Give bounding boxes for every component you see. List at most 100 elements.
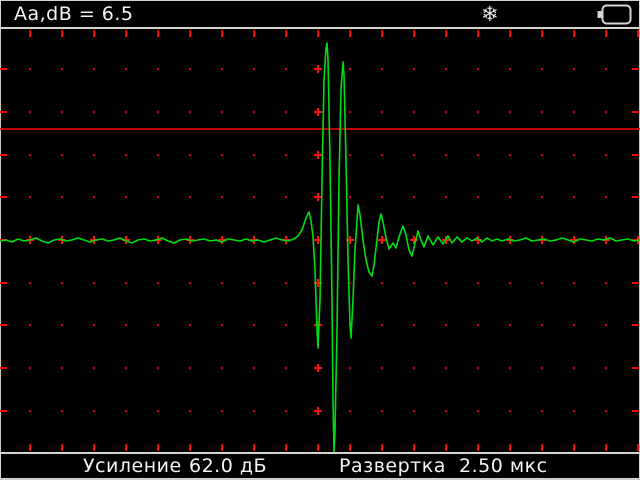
grid-dot: [509, 68, 511, 70]
grid-dot: [541, 154, 543, 156]
grid-dot: [61, 196, 63, 198]
grid-dot: [221, 410, 223, 412]
grid-dot: [221, 154, 223, 156]
grid-dot: [349, 367, 351, 369]
grid-dot: [541, 410, 543, 412]
grid-dot: [93, 282, 95, 284]
grid-dot: [285, 68, 287, 70]
grid-dot: [285, 282, 287, 284]
gain-label: Усиление: [83, 454, 182, 478]
grid-dot: [413, 68, 415, 70]
grid-dot: [189, 111, 191, 113]
grid-dot: [349, 196, 351, 198]
grid-dot: [61, 367, 63, 369]
grid-dot: [93, 68, 95, 70]
grid-dot: [157, 68, 159, 70]
grid-dot: [157, 367, 159, 369]
grid-dot: [637, 68, 639, 70]
grid-dot: [637, 196, 639, 198]
grid-dot: [637, 154, 639, 156]
grid-dot: [157, 111, 159, 113]
grid-dot: [61, 282, 63, 284]
grid-dot: [253, 68, 255, 70]
grid-dot: [125, 111, 127, 113]
freeze-icon: ❄: [481, 1, 499, 27]
grid-dot: [125, 282, 127, 284]
grid-dot: [29, 282, 31, 284]
grid-dot: [509, 410, 511, 412]
grid-dot: [29, 367, 31, 369]
grid-dot: [413, 111, 415, 113]
grid-dot: [381, 282, 383, 284]
grid-dot: [125, 367, 127, 369]
grid-dot: [573, 367, 575, 369]
grid-dot: [285, 367, 287, 369]
sweep-value: 2.50 мкс: [459, 454, 548, 478]
grid-dot: [541, 196, 543, 198]
grid-dot: [413, 154, 415, 156]
grid-dot: [413, 282, 415, 284]
grid-dot: [189, 154, 191, 156]
grid-dot: [509, 111, 511, 113]
grid-dot: [349, 111, 351, 113]
grid-dot: [477, 282, 479, 284]
grid-dot: [125, 324, 127, 326]
grid-dot: [253, 154, 255, 156]
grid-dot: [637, 111, 639, 113]
grid-dot: [93, 410, 95, 412]
grid-dot: [637, 367, 639, 369]
grid-dot: [477, 111, 479, 113]
grid-dot: [93, 196, 95, 198]
grid-dot: [477, 154, 479, 156]
grid-dot: [61, 324, 63, 326]
grid-dot: [573, 282, 575, 284]
grid-dot: [605, 196, 607, 198]
grid-dot: [445, 154, 447, 156]
device-screen: Aa,dB = 6.5 ❄ Усиление 62.0 дБ Развертка…: [0, 0, 640, 480]
waveform-trace: [0, 43, 640, 452]
grid-dot: [445, 324, 447, 326]
grid-dot: [221, 324, 223, 326]
grid-dot: [157, 324, 159, 326]
grid-dot: [29, 68, 31, 70]
grid-dot: [61, 410, 63, 412]
grid-dot: [93, 154, 95, 156]
grid-dot: [445, 68, 447, 70]
grid-dot: [253, 196, 255, 198]
grid-dot: [573, 410, 575, 412]
grid-dot: [221, 196, 223, 198]
grid-dot: [605, 111, 607, 113]
grid-dot: [349, 410, 351, 412]
grid-dot: [605, 282, 607, 284]
grid-dot: [253, 410, 255, 412]
grid-dot: [125, 154, 127, 156]
grid-dot: [93, 111, 95, 113]
grid-dot: [637, 324, 639, 326]
grid-dot: [349, 154, 351, 156]
grid-dot: [61, 111, 63, 113]
grid-dot: [93, 324, 95, 326]
grid-dot: [509, 324, 511, 326]
grid-dot: [509, 282, 511, 284]
grid-dot: [637, 282, 639, 284]
grid-dot: [253, 282, 255, 284]
bottom-status-bar: Усиление 62.0 дБ Развертка 2.50 мкс: [0, 452, 640, 479]
grid-dot: [285, 196, 287, 198]
grid-dot: [573, 324, 575, 326]
grid-dot: [413, 410, 415, 412]
grid-dot: [221, 282, 223, 284]
grid-dot: [477, 367, 479, 369]
grid-dot: [381, 111, 383, 113]
grid-dot: [189, 68, 191, 70]
grid-dot: [157, 282, 159, 284]
grid-dot: [477, 196, 479, 198]
grid-dot: [349, 68, 351, 70]
grid-dot: [189, 324, 191, 326]
grid-dot: [445, 111, 447, 113]
grid-dot: [29, 111, 31, 113]
grid-dot: [573, 111, 575, 113]
grid-dot: [509, 367, 511, 369]
grid-dot: [605, 68, 607, 70]
grid-dot: [477, 68, 479, 70]
grid-dot: [381, 367, 383, 369]
